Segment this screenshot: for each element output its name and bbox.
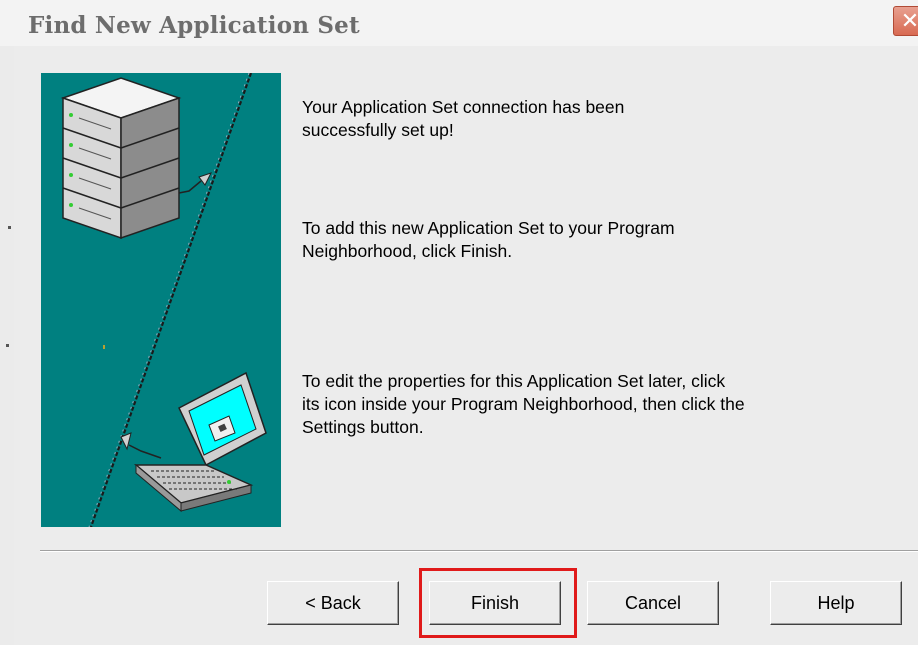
laptop-icon	[133, 371, 267, 513]
cancel-button[interactable]: Cancel	[587, 581, 719, 625]
server-stack-icon	[60, 77, 182, 240]
network-illustration	[60, 73, 267, 527]
window-title: Find New Application Set	[28, 12, 360, 39]
close-button[interactable]: ✕	[893, 6, 918, 36]
finish-highlight-box	[419, 568, 577, 638]
left-edge-mark	[6, 344, 9, 347]
edit-instructions: To edit the properties for this Applicat…	[302, 371, 745, 437]
success-message: Your Application Set connection has been…	[302, 97, 625, 140]
button-separator	[40, 550, 918, 552]
laptop-connector	[128, 444, 162, 459]
server-connector	[178, 180, 202, 194]
speck	[103, 345, 105, 349]
wizard-illustration	[41, 73, 281, 527]
title-bar: Find New Application Set ✕	[0, 0, 918, 46]
help-button[interactable]: Help	[770, 581, 902, 625]
add-instructions: To add this new Application Set to your …	[302, 218, 675, 261]
left-edge-mark	[8, 226, 11, 229]
back-button[interactable]: < Back	[267, 581, 399, 625]
server-plug-icon	[198, 172, 212, 186]
